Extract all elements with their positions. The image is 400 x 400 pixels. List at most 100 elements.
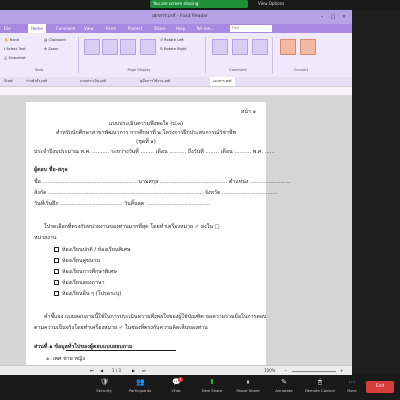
fit-visible-icon[interactable] xyxy=(120,39,136,55)
create-pdf-icon[interactable] xyxy=(300,39,316,55)
pause-share-button[interactable]: ⏸ Pause Share xyxy=(230,375,266,400)
shield-icon: 🛡 xyxy=(100,378,109,386)
zoom-slider[interactable] xyxy=(292,371,336,372)
chat-badge: 1 xyxy=(178,377,183,382)
participants-icon: 👥 xyxy=(136,378,145,386)
group-label-comment: Comment xyxy=(229,68,247,72)
close-icon[interactable]: × xyxy=(340,13,348,21)
question-text: ๑. เพศ ชาย หญิง xyxy=(46,356,86,362)
quick-toolstrip xyxy=(0,87,352,96)
explanation-text: คำชี้แจง แบบสอบถามนี้ใช้ในการประเมินความ… xyxy=(44,314,267,320)
pause-icon: ⏸ xyxy=(246,378,250,386)
ribbon-separator xyxy=(78,37,79,73)
ribbon-toolbar: ✋ Hand I Select Text ◫ Snapshot ▤ Clipbo… xyxy=(0,33,352,78)
date-line: ประจำปีงบประมาณ พ.ศ. .......... ระหว่างว… xyxy=(34,149,275,155)
rotate-left-button[interactable]: ↺ Rotate Left xyxy=(160,37,184,44)
first-page-icon[interactable]: ⏮ xyxy=(90,366,94,375)
prev-page-icon[interactable]: ◀ xyxy=(100,366,103,375)
participants-button[interactable]: 👥 Participants xyxy=(122,375,158,400)
annotate-button[interactable]: ✎ Annotate xyxy=(266,375,302,400)
doc-tab[interactable]: คู่มือการใช้งาน.pdf xyxy=(140,77,170,86)
zoom-level[interactable]: 100% xyxy=(264,366,275,375)
annotate-icon: ✎ xyxy=(281,378,287,386)
more-icon: ⋯ xyxy=(348,378,356,386)
doc-set: (ชุดที่ ๑) xyxy=(136,139,156,145)
maximize-icon[interactable]: □ xyxy=(329,13,337,21)
convert-pdf-icon[interactable] xyxy=(280,39,296,55)
next-page-icon[interactable]: ▶ xyxy=(132,366,135,375)
option-label: ห้องเรียนสองภาษา xyxy=(62,280,105,286)
underline xyxy=(66,350,176,351)
tab-file[interactable]: File xyxy=(4,24,11,33)
doc-tab[interactable]: แบบประเมิน.pdf xyxy=(80,77,106,86)
option-label: ห้องเรียนอื่น ๆ (โปรดระบุ) xyxy=(62,291,122,297)
option-label: ห้องเรียนการศึกษาพิเศษ xyxy=(62,269,117,275)
fit-width-icon[interactable] xyxy=(102,39,118,55)
ribbon-separator xyxy=(272,37,273,73)
tab-home[interactable]: Home xyxy=(28,24,46,33)
remote-control-button[interactable]: 🖱 Remote Control xyxy=(302,375,338,400)
snapshot-button[interactable]: ◫ Snapshot xyxy=(4,55,25,62)
doc-tab-active[interactable]: เอกสาร.pdf xyxy=(210,77,235,86)
end-meeting-button[interactable]: End xyxy=(366,381,394,393)
clipboard-button[interactable]: ▤ Clipboard xyxy=(44,37,66,44)
highlight-icon[interactable] xyxy=(232,39,248,55)
document-tabs: Start ร่างคำสั่ง.pdf แบบประเมิน.pdf คู่ม… xyxy=(0,77,352,87)
chat-button[interactable]: 💬 1 Chat xyxy=(158,375,194,400)
group-label-convert: Convert xyxy=(293,68,309,72)
tab-form[interactable]: Form xyxy=(106,24,116,33)
screen-share-banner[interactable]: You are screen sharing xyxy=(150,0,248,8)
fit-page-icon[interactable] xyxy=(84,39,100,55)
doc-tab[interactable]: ร่างคำสั่ง.pdf xyxy=(26,77,47,86)
more-button[interactable]: ⋯ More xyxy=(334,375,370,400)
tab-help[interactable]: Help xyxy=(176,24,185,33)
checkbox[interactable] xyxy=(54,269,59,274)
share-icon: ⬆ xyxy=(209,378,215,386)
zoom-out-icon[interactable]: − xyxy=(284,366,287,375)
page-indicator[interactable]: 1 / 3 xyxy=(112,366,121,375)
zoom-meeting-controls: 🛡 Security 👥 Participants 💬 1 Chat ⬆ New Shar… xyxy=(0,375,400,400)
pdf-page: หน้า ๑ แบบประเมินความพึงพอใจ (ป.๓) สำหรั… xyxy=(26,102,291,375)
zoom-in-icon[interactable]: + xyxy=(340,366,343,375)
zoom-button[interactable]: ⊕ Zoom xyxy=(44,46,59,53)
section-heading: ผู้ตอบ ชื่อ-สกุล xyxy=(34,167,68,173)
window-title: เอกสาร.pdf - Foxit Reader xyxy=(152,14,208,19)
tell-me-search[interactable]: Tell me... xyxy=(196,24,214,33)
tab-view[interactable]: View xyxy=(84,24,94,33)
hand-tool-button[interactable]: ✋ Hand xyxy=(4,37,19,44)
status-bar: ⏮ ◀ 1 / 3 ▶ ⏭ 100% − + xyxy=(0,365,352,375)
last-page-icon[interactable]: ⏭ xyxy=(142,366,146,375)
tab-protect[interactable]: Protect xyxy=(128,24,142,33)
select-text-button[interactable]: I Select Text xyxy=(4,46,26,53)
doc-title: แบบประเมินความพึงพอใจ (ป.๓) xyxy=(108,121,184,127)
new-share-button[interactable]: ⬆ New Share xyxy=(194,375,230,400)
checkbox[interactable] xyxy=(54,247,59,252)
group-label-page-display: Page Display xyxy=(127,68,151,72)
document-viewport[interactable]: หน้า ๑ แบบประเมินความพึงพอใจ (ป.๓) สำหรั… xyxy=(0,96,352,375)
option-label: ห้องเรียนคู่ขนาน xyxy=(62,258,101,264)
ribbon-tabs: File Home Comment View Form Protect Shar… xyxy=(0,24,352,33)
explanation-text: ตามความเป็นจริงโดยทำเครื่องหมาย ✓ ในช่อง… xyxy=(34,325,208,331)
form-line: วันที่เริ่มฝึก .........................… xyxy=(34,201,210,207)
rotate-right-button[interactable]: ↻ Rotate Right xyxy=(160,46,187,53)
doc-subtitle: สำหรับนักศึกษาสาขาพัฒนาการ การศึกษาที่ ๒… xyxy=(56,130,236,136)
doc-tab-start[interactable]: Start xyxy=(4,77,13,86)
tab-comment[interactable]: Comment xyxy=(56,24,76,33)
page-number: หน้า ๑ xyxy=(240,109,256,115)
security-button[interactable]: 🛡 Security xyxy=(86,375,122,400)
group-label-tools: Tools xyxy=(34,68,44,72)
page-display-icon[interactable] xyxy=(140,39,156,55)
checkbox[interactable] xyxy=(54,280,59,285)
comment-icon[interactable] xyxy=(252,39,268,55)
typewriter-icon[interactable] xyxy=(212,39,228,55)
tab-share[interactable]: Share xyxy=(154,24,166,33)
option-label: ห้องเรียนปกติ / ห้องเรียนพิเศษ xyxy=(62,247,131,253)
remote-control-icon: 🖱 xyxy=(317,378,323,386)
view-options-button[interactable]: View Options xyxy=(258,0,292,8)
checkbox[interactable] xyxy=(54,258,59,263)
find-input[interactable]: Find xyxy=(230,25,272,32)
form-line: ชื่อ ...................................… xyxy=(34,179,291,185)
minimize-icon[interactable]: – xyxy=(318,13,326,21)
checkbox[interactable] xyxy=(54,291,59,296)
form-line: สังกัด .................................… xyxy=(34,190,278,196)
